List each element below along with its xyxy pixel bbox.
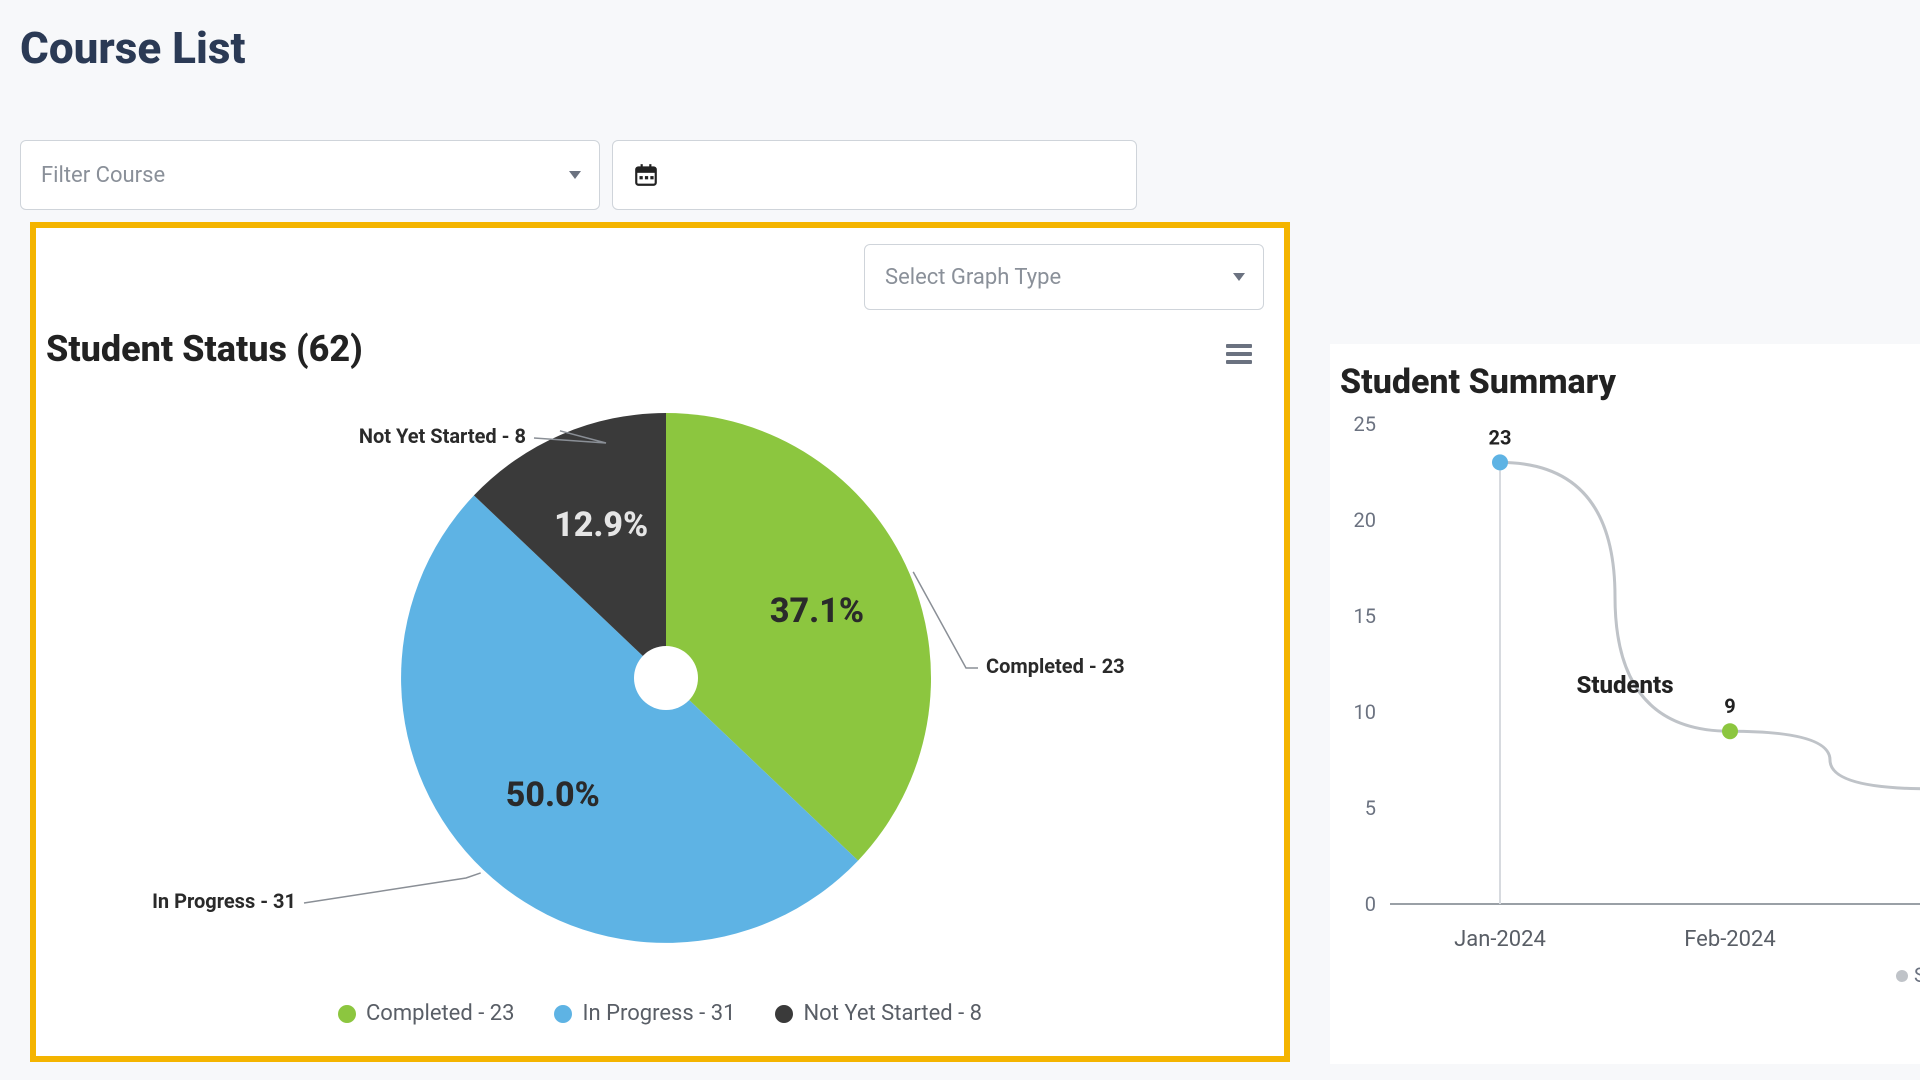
- svg-text:0: 0: [1365, 892, 1376, 916]
- student-status-pie: 37.1% Completed - 23 50.0% In Progress - 31…: [36, 378, 1284, 978]
- student-summary-line: 05101520252396Jan-2024Feb-2024AStudentsS: [1330, 414, 1920, 994]
- legend-dot: [338, 1005, 356, 1023]
- svg-text:5: 5: [1365, 796, 1376, 820]
- svg-text:15: 15: [1354, 604, 1376, 628]
- legend-dot: [775, 1005, 793, 1023]
- student-status-title: Student Status (62): [46, 328, 363, 370]
- calendar-icon: [633, 162, 659, 188]
- svg-text:20: 20: [1354, 508, 1376, 532]
- graph-type-placeholder: Select Graph Type: [885, 265, 1061, 290]
- svg-text:Completed - 23: Completed - 23: [986, 654, 1125, 678]
- legend-label: Not Yet Started - 8: [803, 1001, 982, 1026]
- chevron-down-icon: [1233, 273, 1245, 281]
- svg-text:In Progress - 31: In Progress - 31: [152, 889, 296, 913]
- student-summary-title: Student Summary: [1340, 362, 1616, 402]
- svg-text:37.1%: 37.1%: [770, 591, 864, 631]
- svg-text:10: 10: [1354, 700, 1376, 724]
- filter-course-select[interactable]: Filter Course: [20, 140, 600, 210]
- student-summary-card: Student Summary 05101520252396Jan-2024Fe…: [1330, 344, 1920, 1064]
- pie-legend: Completed - 23 In Progress - 31 Not Yet …: [36, 1001, 1284, 1026]
- svg-text:Not Yet Started - 8: Not Yet Started - 8: [359, 424, 526, 448]
- svg-text:Students: Students: [1576, 671, 1673, 699]
- legend-item-not-started[interactable]: Not Yet Started - 8: [775, 1001, 982, 1026]
- legend-dot: [554, 1005, 572, 1023]
- svg-text:S: S: [1914, 963, 1920, 987]
- svg-text:9: 9: [1724, 694, 1735, 718]
- legend-item-in-progress[interactable]: In Progress - 31: [554, 1001, 735, 1026]
- chart-menu-icon[interactable]: [1226, 340, 1252, 368]
- legend-label: In Progress - 31: [582, 1001, 735, 1026]
- svg-text:25: 25: [1354, 414, 1376, 436]
- svg-text:12.9%: 12.9%: [554, 505, 648, 545]
- svg-text:Jan-2024: Jan-2024: [1454, 927, 1546, 952]
- filters-row: Filter Course: [20, 140, 1137, 210]
- legend-label: Completed - 23: [366, 1001, 515, 1026]
- svg-text:50.0%: 50.0%: [506, 775, 600, 815]
- date-range-picker[interactable]: [612, 140, 1137, 210]
- svg-text:Feb-2024: Feb-2024: [1684, 927, 1776, 952]
- filter-course-placeholder: Filter Course: [41, 163, 165, 188]
- graph-type-select[interactable]: Select Graph Type: [864, 244, 1264, 310]
- student-status-card: Select Graph Type Student Status (62) 37…: [30, 222, 1290, 1062]
- legend-item-completed[interactable]: Completed - 23: [338, 1001, 515, 1026]
- page-title: Course List: [20, 22, 245, 74]
- chevron-down-icon: [569, 171, 581, 179]
- svg-text:23: 23: [1489, 425, 1512, 449]
